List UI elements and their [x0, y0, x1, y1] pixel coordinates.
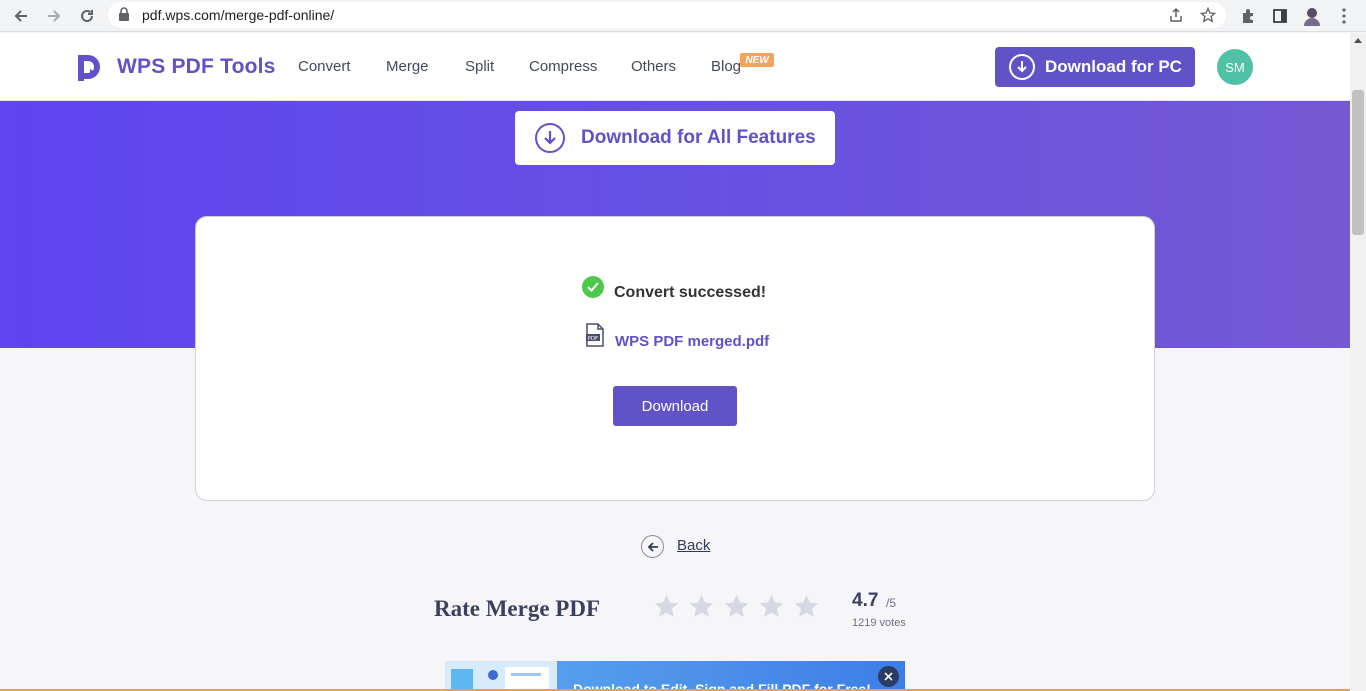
download-button[interactable]: Download [613, 386, 737, 426]
download-all-features-label: Download for All Features [581, 127, 816, 148]
share-icon[interactable] [1166, 5, 1186, 25]
star-icon[interactable] [758, 593, 785, 620]
url-text: pdf.wps.com/merge-pdf-online/ [142, 7, 335, 23]
merged-file-name[interactable]: WPS PDF merged.pdf [615, 333, 769, 350]
star-icon[interactable] [723, 593, 750, 620]
back-arrow-icon[interactable] [641, 535, 664, 558]
user-avatar[interactable]: SM [1217, 49, 1253, 85]
result-card: Convert successed! PDF WPS PDF merged.pd… [195, 216, 1155, 501]
reload-icon[interactable] [75, 4, 99, 28]
download-icon [535, 123, 565, 153]
scroll-up-arrow-icon[interactable] [1354, 38, 1362, 43]
address-bar[interactable]: pdf.wps.com/merge-pdf-online/ [108, 2, 1226, 28]
download-icon [1009, 54, 1035, 80]
promo-banner[interactable]: Download to Edit, Sign and Fill PDF for … [445, 661, 905, 691]
logo-text[interactable]: WPS PDF Tools [117, 55, 276, 79]
nav-compress[interactable]: Compress [529, 58, 597, 75]
nav-split[interactable]: Split [465, 58, 494, 75]
download-for-pc-label: Download for PC [1045, 57, 1182, 76]
forward-arrow-icon[interactable] [42, 4, 66, 28]
download-all-features-button[interactable]: Download for All Features [515, 111, 835, 165]
convert-status: Convert successed! [614, 284, 767, 301]
svg-text:PDF: PDF [588, 336, 599, 342]
star-icon[interactable] [688, 593, 715, 620]
new-badge: NEW [740, 53, 774, 67]
nav-merge[interactable]: Merge [386, 58, 429, 75]
side-panel-icon[interactable] [1268, 4, 1292, 28]
rating-stars[interactable] [653, 593, 828, 620]
lock-icon [118, 7, 130, 26]
back-arrow-icon[interactable] [9, 4, 33, 28]
browser-toolbar: pdf.wps.com/merge-pdf-online/ [0, 0, 1366, 32]
rating-votes: 1219 votes [852, 617, 906, 629]
close-icon[interactable] [878, 666, 899, 687]
back-link[interactable]: Back [677, 537, 710, 554]
bookmark-star-icon[interactable] [1198, 5, 1218, 25]
wps-logo-icon[interactable] [76, 53, 104, 83]
scrollbar-thumb[interactable] [1352, 90, 1364, 235]
star-icon[interactable] [653, 593, 680, 620]
nav-convert[interactable]: Convert [298, 58, 351, 75]
profile-icon[interactable] [1300, 4, 1324, 28]
site-header: WPS PDF Tools Convert Merge Split Compre… [0, 33, 1350, 101]
nav-blog[interactable]: Blog [711, 58, 741, 75]
rate-title: Rate Merge PDF [434, 596, 601, 621]
menu-dots-icon[interactable] [1332, 4, 1356, 28]
rating-score: 4.7 [852, 590, 879, 611]
nav-others[interactable]: Others [631, 58, 676, 75]
pdf-file-icon: PDF [585, 323, 605, 352]
download-for-pc-button[interactable]: Download for PC [995, 47, 1195, 87]
rating-max: /5 [886, 596, 897, 610]
extensions-icon[interactable] [1236, 4, 1260, 28]
success-check-icon [582, 276, 604, 298]
star-icon[interactable] [793, 593, 820, 620]
banner-illustration [445, 661, 557, 691]
